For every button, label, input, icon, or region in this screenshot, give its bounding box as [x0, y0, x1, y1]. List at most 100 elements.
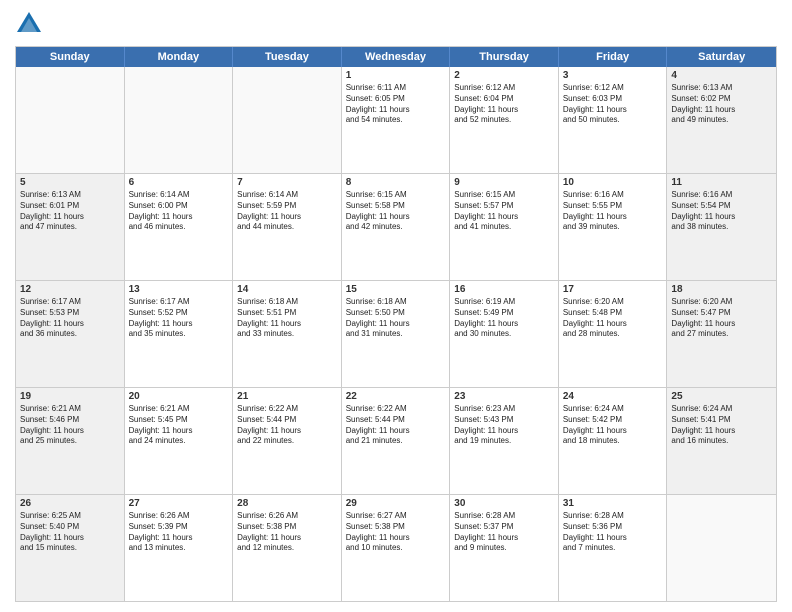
calendar-cell: 16 Sunrise: 6:19 AM Sunset: 5:49 PM Dayli… [450, 281, 559, 387]
day-info: Sunrise: 6:12 AM Sunset: 6:04 PM Dayligh… [454, 83, 554, 126]
day-number: 24 [563, 391, 663, 402]
logo [15, 10, 47, 38]
header-day-tuesday: Tuesday [233, 47, 342, 67]
day-number: 5 [20, 177, 120, 188]
calendar-cell: 4 Sunrise: 6:13 AM Sunset: 6:02 PM Daylig… [667, 67, 776, 173]
day-number: 28 [237, 498, 337, 509]
day-info: Sunrise: 6:13 AM Sunset: 6:01 PM Dayligh… [20, 190, 120, 233]
day-number: 27 [129, 498, 229, 509]
day-number: 17 [563, 284, 663, 295]
day-number: 22 [346, 391, 446, 402]
calendar-cell: 29 Sunrise: 6:27 AM Sunset: 5:38 PM Dayli… [342, 495, 451, 601]
day-number: 29 [346, 498, 446, 509]
calendar-cell: 30 Sunrise: 6:28 AM Sunset: 5:37 PM Dayli… [450, 495, 559, 601]
day-number: 19 [20, 391, 120, 402]
day-number: 13 [129, 284, 229, 295]
calendar-cell: 10 Sunrise: 6:16 AM Sunset: 5:55 PM Dayli… [559, 174, 668, 280]
calendar-cell: 12Sunrise: 6:17 AM Sunset: 5:53 PM Dayli… [16, 281, 125, 387]
day-info: Sunrise: 6:14 AM Sunset: 6:00 PM Dayligh… [129, 190, 229, 233]
day-info: Sunrise: 6:18 AM Sunset: 5:51 PM Dayligh… [237, 297, 337, 340]
calendar: SundayMondayTuesdayWednesdayThursdayFrid… [15, 46, 777, 602]
day-info: Sunrise: 6:14 AM Sunset: 5:59 PM Dayligh… [237, 190, 337, 233]
day-info: Sunrise: 6:27 AM Sunset: 5:38 PM Dayligh… [346, 511, 446, 554]
day-info: Sunrise: 6:20 AM Sunset: 5:48 PM Dayligh… [563, 297, 663, 340]
calendar-cell: 11Sunrise: 6:16 AM Sunset: 5:54 PM Dayli… [667, 174, 776, 280]
day-number: 4 [671, 70, 772, 81]
day-number: 9 [454, 177, 554, 188]
day-info: Sunrise: 6:17 AM Sunset: 5:53 PM Dayligh… [20, 297, 120, 340]
day-number: 16 [454, 284, 554, 295]
day-info: Sunrise: 6:21 AM Sunset: 5:45 PM Dayligh… [129, 404, 229, 447]
day-info: Sunrise: 6:28 AM Sunset: 5:36 PM Dayligh… [563, 511, 663, 554]
header-day-monday: Monday [125, 47, 234, 67]
calendar-cell: 5 Sunrise: 6:13 AM Sunset: 6:01 PM Daylig… [16, 174, 125, 280]
day-number: 31 [563, 498, 663, 509]
day-info: Sunrise: 6:15 AM Sunset: 5:57 PM Dayligh… [454, 190, 554, 233]
day-number: 20 [129, 391, 229, 402]
calendar-week-1: 1Sunrise: 6:11 AM Sunset: 6:05 PM Daylig… [16, 67, 776, 174]
calendar-cell: 14 Sunrise: 6:18 AM Sunset: 5:51 PM Dayli… [233, 281, 342, 387]
day-info: Sunrise: 6:28 AM Sunset: 5:37 PM Dayligh… [454, 511, 554, 554]
day-number: 7 [237, 177, 337, 188]
day-info: Sunrise: 6:26 AM Sunset: 5:38 PM Dayligh… [237, 511, 337, 554]
calendar-cell: 22 Sunrise: 6:22 AM Sunset: 5:44 PM Dayli… [342, 388, 451, 494]
calendar-cell: 13Sunrise: 6:17 AM Sunset: 5:52 PM Dayli… [125, 281, 234, 387]
calendar-cell: 28 Sunrise: 6:26 AM Sunset: 5:38 PM Dayli… [233, 495, 342, 601]
day-number: 18 [671, 284, 772, 295]
header-day-friday: Friday [559, 47, 668, 67]
calendar-cell: 20 Sunrise: 6:21 AM Sunset: 5:45 PM Dayli… [125, 388, 234, 494]
day-number: 11 [671, 177, 772, 188]
calendar-cell [233, 67, 342, 173]
calendar-week-4: 19 Sunrise: 6:21 AM Sunset: 5:46 PM Dayli… [16, 388, 776, 495]
day-number: 21 [237, 391, 337, 402]
logo-icon [15, 10, 43, 38]
day-number: 3 [563, 70, 663, 81]
day-info: Sunrise: 6:15 AM Sunset: 5:58 PM Dayligh… [346, 190, 446, 233]
day-info: Sunrise: 6:22 AM Sunset: 5:44 PM Dayligh… [346, 404, 446, 447]
day-number: 25 [671, 391, 772, 402]
day-info: Sunrise: 6:23 AM Sunset: 5:43 PM Dayligh… [454, 404, 554, 447]
calendar-cell: 25 Sunrise: 6:24 AM Sunset: 5:41 PM Dayli… [667, 388, 776, 494]
day-info: Sunrise: 6:21 AM Sunset: 5:46 PM Dayligh… [20, 404, 120, 447]
page: SundayMondayTuesdayWednesdayThursdayFrid… [0, 0, 792, 612]
calendar-week-2: 5 Sunrise: 6:13 AM Sunset: 6:01 PM Daylig… [16, 174, 776, 281]
day-number: 26 [20, 498, 120, 509]
calendar-body: 1Sunrise: 6:11 AM Sunset: 6:05 PM Daylig… [16, 67, 776, 601]
calendar-cell: 18 Sunrise: 6:20 AM Sunset: 5:47 PM Dayli… [667, 281, 776, 387]
calendar-header: SundayMondayTuesdayWednesdayThursdayFrid… [16, 47, 776, 67]
calendar-cell: 26 Sunrise: 6:25 AM Sunset: 5:40 PM Dayli… [16, 495, 125, 601]
calendar-cell: 15Sunrise: 6:18 AM Sunset: 5:50 PM Dayli… [342, 281, 451, 387]
day-info: Sunrise: 6:19 AM Sunset: 5:49 PM Dayligh… [454, 297, 554, 340]
header-day-wednesday: Wednesday [342, 47, 451, 67]
calendar-cell: 7 Sunrise: 6:14 AM Sunset: 5:59 PM Daylig… [233, 174, 342, 280]
day-info: Sunrise: 6:18 AM Sunset: 5:50 PM Dayligh… [346, 297, 446, 340]
calendar-cell: 23 Sunrise: 6:23 AM Sunset: 5:43 PM Dayli… [450, 388, 559, 494]
day-number: 2 [454, 70, 554, 81]
day-info: Sunrise: 6:13 AM Sunset: 6:02 PM Dayligh… [671, 83, 772, 126]
calendar-week-3: 12Sunrise: 6:17 AM Sunset: 5:53 PM Dayli… [16, 281, 776, 388]
day-info: Sunrise: 6:16 AM Sunset: 5:55 PM Dayligh… [563, 190, 663, 233]
calendar-cell: 1Sunrise: 6:11 AM Sunset: 6:05 PM Daylig… [342, 67, 451, 173]
calendar-cell: 8Sunrise: 6:15 AM Sunset: 5:58 PM Daylig… [342, 174, 451, 280]
header-day-sunday: Sunday [16, 47, 125, 67]
day-number: 10 [563, 177, 663, 188]
day-number: 14 [237, 284, 337, 295]
day-number: 30 [454, 498, 554, 509]
calendar-cell: 21 Sunrise: 6:22 AM Sunset: 5:44 PM Dayli… [233, 388, 342, 494]
header-day-saturday: Saturday [667, 47, 776, 67]
calendar-cell [125, 67, 234, 173]
calendar-cell: 6 Sunrise: 6:14 AM Sunset: 6:00 PM Daylig… [125, 174, 234, 280]
day-info: Sunrise: 6:25 AM Sunset: 5:40 PM Dayligh… [20, 511, 120, 554]
day-info: Sunrise: 6:22 AM Sunset: 5:44 PM Dayligh… [237, 404, 337, 447]
calendar-cell: 17 Sunrise: 6:20 AM Sunset: 5:48 PM Dayli… [559, 281, 668, 387]
calendar-cell: 9 Sunrise: 6:15 AM Sunset: 5:57 PM Daylig… [450, 174, 559, 280]
calendar-cell: 27 Sunrise: 6:26 AM Sunset: 5:39 PM Dayli… [125, 495, 234, 601]
day-info: Sunrise: 6:26 AM Sunset: 5:39 PM Dayligh… [129, 511, 229, 554]
day-number: 23 [454, 391, 554, 402]
calendar-cell: 19 Sunrise: 6:21 AM Sunset: 5:46 PM Dayli… [16, 388, 125, 494]
day-info: Sunrise: 6:11 AM Sunset: 6:05 PM Dayligh… [346, 83, 446, 126]
day-info: Sunrise: 6:24 AM Sunset: 5:41 PM Dayligh… [671, 404, 772, 447]
day-info: Sunrise: 6:20 AM Sunset: 5:47 PM Dayligh… [671, 297, 772, 340]
day-number: 6 [129, 177, 229, 188]
header [15, 10, 777, 38]
